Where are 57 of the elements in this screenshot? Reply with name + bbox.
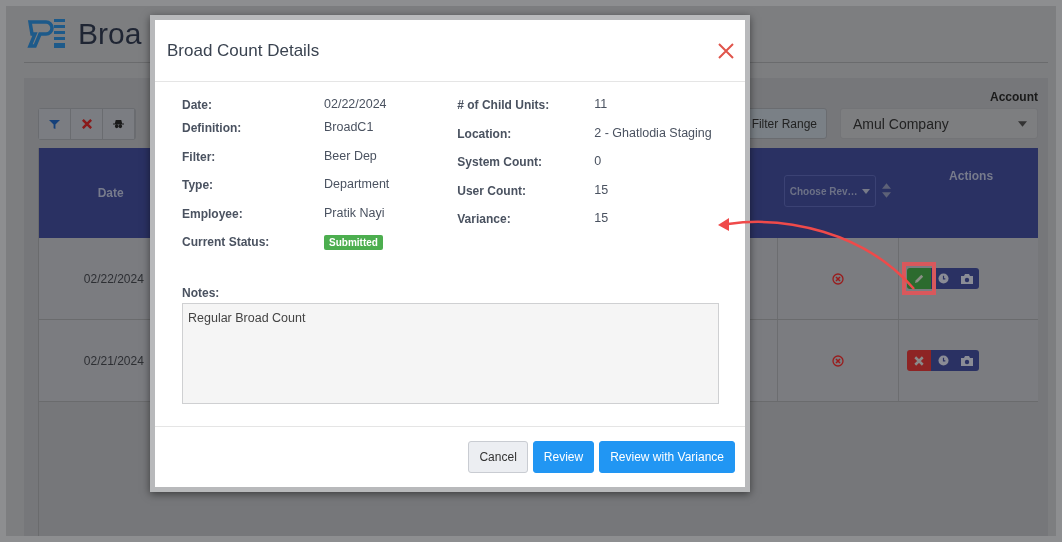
field-label: Filter: — [182, 149, 217, 164]
field-label: # of Child Units: — [457, 98, 551, 112]
review-button[interactable]: Review — [532, 441, 595, 473]
field-label: Location: — [457, 126, 513, 141]
spy-icon[interactable] — [103, 109, 135, 139]
field-value: Beer Dep — [324, 147, 378, 165]
field-value: 0 — [594, 153, 603, 170]
dialog-title: Broad Count Details — [167, 40, 320, 61]
field-value: 02/22/2024 — [324, 96, 388, 113]
close-icon — [914, 355, 925, 366]
field-label: Current Status: — [182, 235, 271, 249]
column-header: Date — [97, 186, 124, 200]
camera-button[interactable] — [955, 268, 980, 289]
status-badge: Submitted — [324, 235, 383, 250]
field-value: 15 — [594, 181, 610, 199]
cancel-icon — [831, 272, 844, 285]
camera-button[interactable] — [955, 350, 980, 371]
field-label: Employee: — [182, 206, 244, 221]
field-label: Type: — [182, 178, 215, 192]
field-value: Pratik Nayi — [324, 204, 386, 222]
camera-icon — [961, 273, 974, 284]
delete-button[interactable] — [907, 350, 932, 371]
review-button[interactable]: Review with Variance — [599, 441, 735, 473]
clock-icon — [937, 273, 949, 284]
field-value: 11 — [594, 96, 609, 113]
field-label: Date: — [182, 98, 213, 112]
field-value: BroadC1 — [324, 119, 375, 136]
notes-label: Notes: — [182, 286, 221, 300]
table-cell: 02/21/2024 — [83, 353, 144, 368]
field-label: User Count: — [457, 183, 527, 198]
close-button[interactable] — [717, 41, 735, 60]
sort-icon[interactable] — [881, 183, 891, 198]
edit-button[interactable] — [907, 268, 932, 289]
notes-field[interactable]: Regular Broad Count — [182, 303, 719, 404]
column-header: Actions — [949, 169, 994, 183]
logo-icon — [27, 18, 67, 50]
field-value: Department — [324, 176, 391, 193]
field-label: Variance: — [457, 212, 512, 226]
camera-icon — [961, 355, 974, 366]
pencil-icon — [913, 273, 925, 284]
account-select[interactable]: Amul Company — [840, 108, 1038, 139]
caret-icon — [1018, 120, 1027, 127]
page-title: Broa — [78, 17, 142, 51]
table-cell: 02/22/2024 — [83, 271, 144, 286]
field-label: System Count: — [457, 155, 543, 169]
review-dropdown[interactable]: Choose Rev… — [783, 175, 876, 207]
clock-button[interactable] — [931, 350, 956, 371]
cancel-icon — [831, 354, 844, 367]
field-label: Definition: — [182, 121, 243, 135]
filter-icon[interactable] — [39, 109, 71, 139]
clock-icon — [937, 355, 949, 366]
field-value: 2 - Ghatlodia Staging — [594, 124, 713, 142]
close-icon[interactable] — [71, 109, 103, 139]
cancel-button[interactable]: Cancel — [468, 441, 528, 473]
account-label: Account — [990, 90, 1038, 104]
caret-icon — [861, 188, 870, 194]
field-value: 15 — [594, 210, 610, 227]
